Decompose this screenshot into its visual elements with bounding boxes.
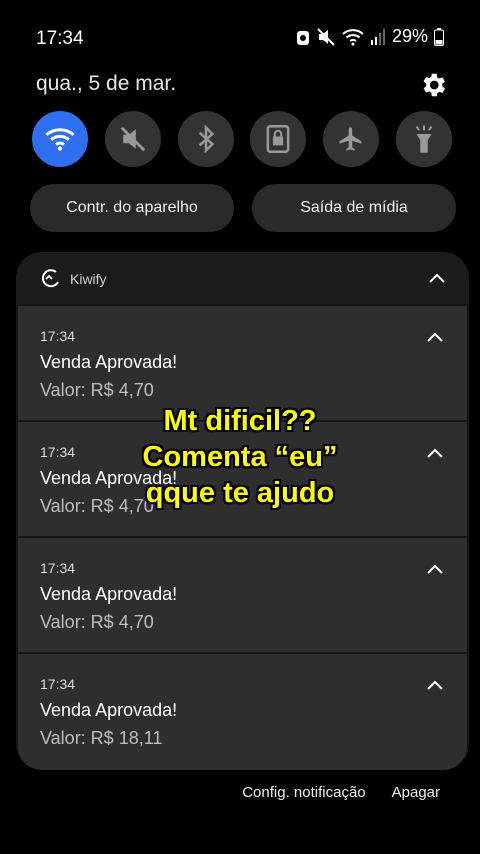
status-bar: 17:34 29% <box>36 24 444 56</box>
notification-app-header[interactable]: Kiwify <box>16 252 469 304</box>
screen-lock-toggle[interactable] <box>250 111 307 167</box>
chevron-up-icon[interactable] <box>427 332 443 342</box>
notification-time: 17:34 <box>40 676 76 692</box>
notification-settings-button[interactable]: Config. notificação <box>242 784 365 801</box>
notification-card[interactable]: 17:34 Venda Aprovada! Valor: R$ 18,11 <box>18 654 467 770</box>
caption-line: qque te ajudo <box>145 477 335 509</box>
media-output-button[interactable]: Saída de mídia <box>252 184 456 232</box>
clear-all-button[interactable]: Apagar <box>392 784 440 801</box>
bluetooth-icon <box>198 125 214 153</box>
flashlight-toggle[interactable] <box>395 111 452 167</box>
status-time: 17:34 <box>36 28 84 49</box>
gear-icon[interactable] <box>418 70 448 100</box>
device-control-button[interactable]: Contr. do aparelho <box>30 184 234 232</box>
battery-icon <box>434 27 444 46</box>
caption-overlay: Mt dificil?? Comenta “eu” qque te ajudo <box>0 403 480 511</box>
quick-settings <box>32 111 452 167</box>
mute-icon <box>317 27 335 46</box>
caption-line: Comenta “eu” <box>142 441 338 473</box>
notification-value: Valor: R$ 18,11 <box>40 728 163 748</box>
caption-line: Mt dificil?? <box>163 405 317 437</box>
airplane-toggle[interactable] <box>323 111 380 167</box>
notification-time: 17:34 <box>40 560 76 576</box>
status-icons: 29% <box>296 26 444 47</box>
notification-value: Valor: R$ 4,70 <box>40 612 154 632</box>
screen-lock-icon <box>266 125 290 153</box>
date-label: qua., 5 de mar. <box>36 72 177 95</box>
notification-title: Venda Aprovada! <box>40 700 178 720</box>
wifi-icon <box>45 128 75 151</box>
kiwify-logo-icon <box>41 269 59 288</box>
chevron-up-icon[interactable] <box>427 564 443 574</box>
battery-percent: 29% <box>391 26 428 46</box>
notification-value: Valor: R$ 4,70 <box>40 380 154 400</box>
sound-toggle[interactable] <box>104 111 161 167</box>
notification-time: 17:34 <box>40 328 76 344</box>
notification-title: Venda Aprovada! <box>40 352 178 372</box>
mute-icon <box>120 126 145 152</box>
airplane-icon <box>339 127 362 151</box>
flashlight-icon <box>415 125 433 153</box>
date-row: qua., 5 de mar. <box>36 70 445 102</box>
chevron-up-icon[interactable] <box>427 680 443 690</box>
chevron-up-icon[interactable] <box>429 273 445 283</box>
notification-footer: Config. notificação Apagar <box>242 784 440 801</box>
notification-card[interactable]: 17:34 Venda Aprovada! Valor: R$ 4,70 <box>18 538 467 652</box>
wifi-toggle[interactable] <box>32 111 88 167</box>
bluetooth-toggle[interactable] <box>177 111 234 167</box>
pill-row: Contr. do aparelho Saída de mídia <box>30 184 456 232</box>
signal-icon <box>370 28 385 45</box>
app-name: Kiwify <box>70 271 107 287</box>
alarm-icon <box>296 30 309 45</box>
notification-group: Kiwify 17:34 Venda Aprovada! Valor: R$ 4… <box>16 252 469 770</box>
notification-title: Venda Aprovada! <box>40 584 178 604</box>
wifi-icon <box>342 28 364 45</box>
